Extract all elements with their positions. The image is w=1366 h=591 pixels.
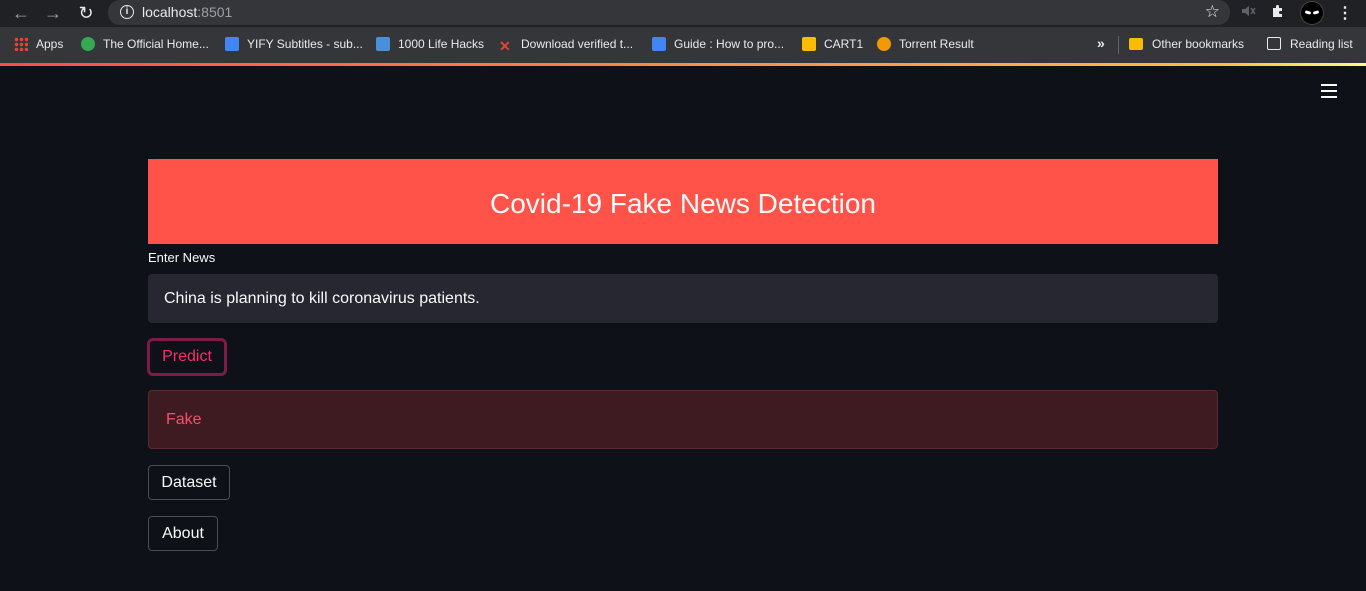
- page-title: Covid-19 Fake News Detection: [490, 188, 876, 219]
- url-text[interactable]: localhost:8501: [142, 4, 232, 20]
- bookmark-label: YIFY Subtitles - sub...: [247, 37, 363, 51]
- bookmark-label: Apps: [36, 37, 64, 51]
- extensions-puzzle-icon[interactable]: [1270, 3, 1286, 23]
- about-button[interactable]: About: [148, 516, 218, 551]
- bookmark-apps[interactable]: Apps: [14, 37, 63, 51]
- bookmarks-divider: [1118, 36, 1119, 54]
- bookmark-star-icon[interactable]: ☆: [1205, 2, 1220, 22]
- profile-avatar[interactable]: [1300, 1, 1324, 25]
- bookmark-label: Guide : How to pro...: [674, 37, 785, 51]
- browser-toolbar: ← → ↻ i localhost:8501 ☆ ⋮: [0, 0, 1366, 27]
- bookmark-label: Download verified t...: [521, 37, 634, 51]
- reading-list-icon: [1267, 37, 1281, 50]
- forward-arrow-icon[interactable]: →: [42, 3, 64, 23]
- speaker-muted-icon[interactable]: [1240, 3, 1256, 23]
- bookmark-official-home[interactable]: The Official Home...: [81, 37, 209, 51]
- hamburger-menu-icon[interactable]: [1321, 84, 1337, 98]
- bookmark-label: CART1: [824, 37, 864, 51]
- bookmark-label: Torrent Result: [899, 37, 974, 51]
- bookmark-yify-subtitles[interactable]: YIFY Subtitles - sub...: [225, 37, 363, 51]
- cart-icon: [802, 37, 816, 51]
- bookmark-cart1[interactable]: CART1: [802, 37, 863, 51]
- dataset-button[interactable]: Dataset: [148, 465, 230, 500]
- bookmarks-bar: Apps The Official Home... YIFY Subtitles…: [0, 27, 1366, 63]
- prediction-result-text: Fake: [166, 411, 202, 428]
- torrent-icon: [877, 37, 891, 51]
- docs-icon: [652, 37, 666, 51]
- bookmarks-overflow-icon[interactable]: »: [1097, 35, 1105, 51]
- yify-icon: [225, 37, 239, 51]
- lifehacks-icon: [376, 37, 390, 51]
- x-icon: ✕: [499, 38, 511, 54]
- folder-icon: [1129, 38, 1143, 50]
- bookmark-label: 1000 Life Hacks: [398, 37, 485, 51]
- url-port: :8501: [197, 4, 233, 20]
- site-icon: [81, 37, 95, 51]
- site-info-icon[interactable]: i: [120, 5, 134, 19]
- bookmark-torrent-result[interactable]: Torrent Result: [877, 37, 974, 51]
- bookmark-label: The Official Home...: [103, 37, 209, 51]
- reading-list-label: Reading list: [1290, 37, 1353, 51]
- address-bar[interactable]: i localhost:8501 ☆: [108, 0, 1230, 25]
- browser-menu-icon[interactable]: ⋮: [1337, 3, 1353, 23]
- reload-icon[interactable]: ↻: [75, 3, 97, 23]
- url-host: localhost: [142, 4, 198, 20]
- bookmark-download-verified[interactable]: ✕ Download verified t...: [499, 37, 633, 53]
- predict-button[interactable]: Predict: [147, 338, 227, 376]
- news-input-label: Enter News: [148, 250, 216, 265]
- back-arrow-icon[interactable]: ←: [10, 3, 32, 23]
- app-decoration-line: [0, 63, 1366, 66]
- other-bookmarks-label: Other bookmarks: [1152, 37, 1245, 51]
- bookmark-life-hacks[interactable]: 1000 Life Hacks: [376, 37, 484, 51]
- news-input[interactable]: [148, 274, 1218, 323]
- bookmark-guide[interactable]: Guide : How to pro...: [652, 37, 784, 51]
- title-banner: Covid-19 Fake News Detection: [148, 159, 1218, 244]
- other-bookmarks[interactable]: Other bookmarks: [1129, 37, 1244, 51]
- apps-grid-icon: [14, 37, 28, 51]
- reading-list[interactable]: Reading list: [1267, 37, 1353, 51]
- prediction-result: Fake: [148, 390, 1218, 449]
